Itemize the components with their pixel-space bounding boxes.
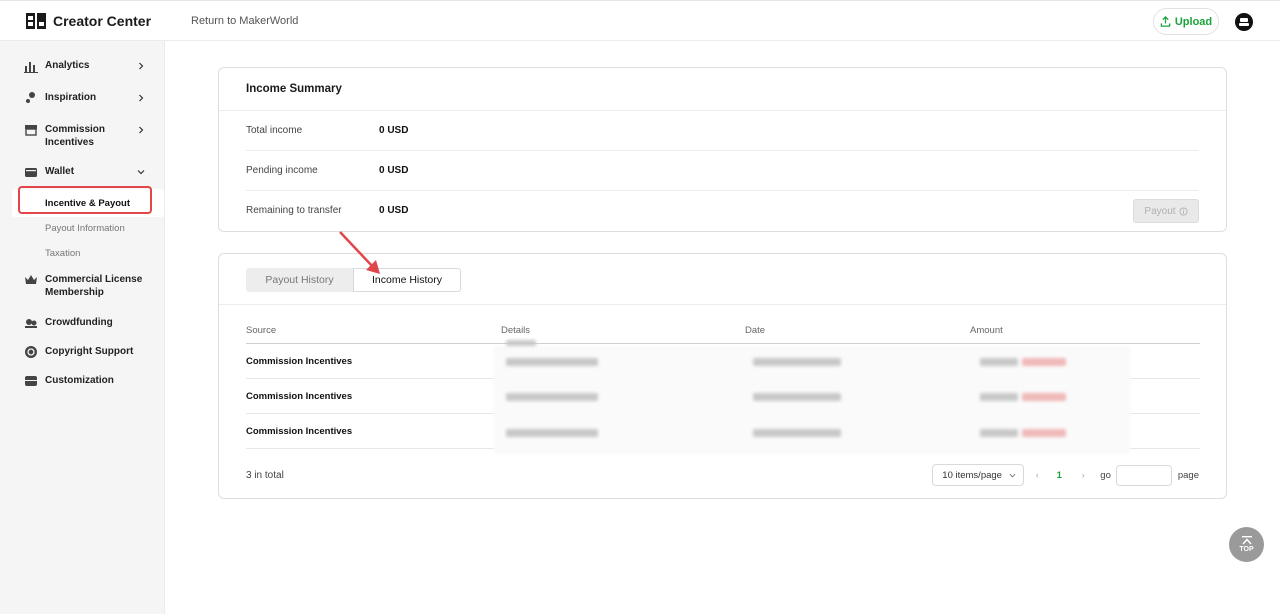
top-header: Creator Center Return to MakerWorld Uplo… [0,0,1280,41]
top-label: TOP [1239,545,1254,553]
tab-income-history[interactable]: Income History [353,268,461,292]
redacted-amount [980,429,1018,437]
summary-value: 0 USD [379,125,409,136]
go-page-input[interactable] [1115,464,1172,486]
upload-button[interactable]: Upload [1153,8,1219,35]
sidebar-subitem-payout-information[interactable]: Payout Information [45,223,125,234]
sidebar-item-wallet[interactable]: Wallet [0,165,165,181]
sidebar-item-label: Commission Incentives [45,124,106,148]
info-icon [1179,206,1188,216]
history-tabs: Payout History Income History [246,268,461,292]
page-size-value: 10 items/page [942,469,1002,481]
summary-value: 0 USD [379,205,409,216]
next-page-button[interactable]: › [1072,470,1094,480]
total-count: 3 in total [246,470,284,481]
chevron-down-icon [1009,473,1016,477]
summary-label: Remaining to transfer [246,205,342,216]
sidebar-item-customization[interactable]: Customization [0,374,165,390]
redacted-amount [1022,393,1066,401]
chevron-right-icon [139,126,144,134]
summary-row-remaining-to-transfer: Remaining to transfer 0 USD Payout [246,191,1199,231]
redacted-date [753,358,841,366]
chevron-down-icon [137,170,145,175]
return-to-makerworld-link[interactable]: Return to MakerWorld [191,15,298,27]
go-label: go [1100,469,1111,481]
pagination: 10 items/page ‹ 1 › go page [932,464,1199,486]
column-header-details: Details [501,325,531,336]
sidebar-item-label: Analytics [45,60,90,71]
sidebar-item-commercial-license[interactable]: Commercial License Membership [0,273,165,301]
page-label: page [1177,469,1199,481]
card-title: Income Summary [246,83,342,95]
row-source: Commission Incentives [246,391,353,402]
redacted-amount [980,393,1018,401]
redacted-date [753,429,841,437]
column-header-source: Source [246,325,277,336]
bulb-icon [26,92,35,103]
summary-row-pending-income: Pending income 0 USD [246,151,1199,191]
row-source: Commission Incentives [246,426,353,437]
redacted-date [753,393,841,401]
redacted-details [506,393,598,401]
redacted-amount [980,358,1018,366]
row-source: Commission Incentives [246,356,353,367]
sidebar-item-analytics[interactable]: Analytics [0,59,165,75]
app-title: Creator Center [53,13,152,29]
upload-label: Upload [1174,15,1213,28]
page-number-button[interactable]: 1 [1048,470,1070,481]
copyright-icon [25,346,37,358]
user-avatar[interactable] [1235,13,1253,31]
avatar-icon [1239,18,1249,26]
chevron-right-icon [139,94,144,102]
redacted-details [506,358,598,366]
redacted-details [506,340,536,346]
sidebar-item-commission-incentives[interactable]: Commission Incentives [0,123,165,151]
prev-page-button[interactable]: ‹ [1026,470,1048,480]
payout-button[interactable]: Payout [1133,199,1199,223]
sidebar-item-label: Wallet [45,166,75,177]
sidebar-subitem-taxation[interactable]: Taxation [45,248,80,259]
redacted-amount [1022,358,1066,366]
summary-value: 0 USD [379,165,409,176]
wallet-icon [25,168,37,177]
summary-row-total-income: Total income 0 USD [246,111,1199,151]
sidebar-item-copyright-support[interactable]: Copyright Support [0,345,165,361]
column-header-date: Date [745,325,766,336]
sidebar: Analytics Inspiration Commission Incenti… [0,41,165,614]
sidebar-item-label: Copyright Support [45,346,134,357]
bar-chart-icon [24,62,38,73]
divider [219,304,1226,305]
crowdfunding-icon [25,319,37,328]
arrow-up-icon [1241,535,1252,544]
redacted-details [506,429,598,437]
sidebar-item-label: Customization [45,375,114,386]
payout-label: Payout [1144,205,1176,217]
sidebar-item-inspiration[interactable]: Inspiration [0,91,165,107]
makerworld-logo-icon[interactable] [26,11,46,31]
store-icon [25,125,37,136]
summary-label: Pending income [246,165,318,176]
sidebar-item-label: Commercial License Membership [45,274,143,298]
redacted-amount [1022,429,1066,437]
crown-icon [25,275,37,284]
sidebar-subitem-incentive-payout[interactable]: Incentive & Payout [45,198,130,209]
chevron-right-icon [139,62,144,70]
sidebar-item-label: Crowdfunding [45,317,113,328]
summary-label: Total income [246,125,303,136]
upload-icon [1160,16,1171,27]
tab-payout-history[interactable]: Payout History [246,268,353,292]
column-header-amount: Amount [970,325,1003,336]
sidebar-item-crowdfunding[interactable]: Crowdfunding [0,316,165,332]
sidebar-item-label: Inspiration [45,92,97,103]
history-card: Payout History Income History Source Det… [218,253,1227,499]
income-summary-card: Income Summary Total income 0 USD Pendin… [218,67,1227,232]
customization-icon [25,376,37,386]
page-size-select[interactable]: 10 items/page [932,464,1025,486]
back-to-top-button[interactable]: TOP [1229,527,1264,562]
